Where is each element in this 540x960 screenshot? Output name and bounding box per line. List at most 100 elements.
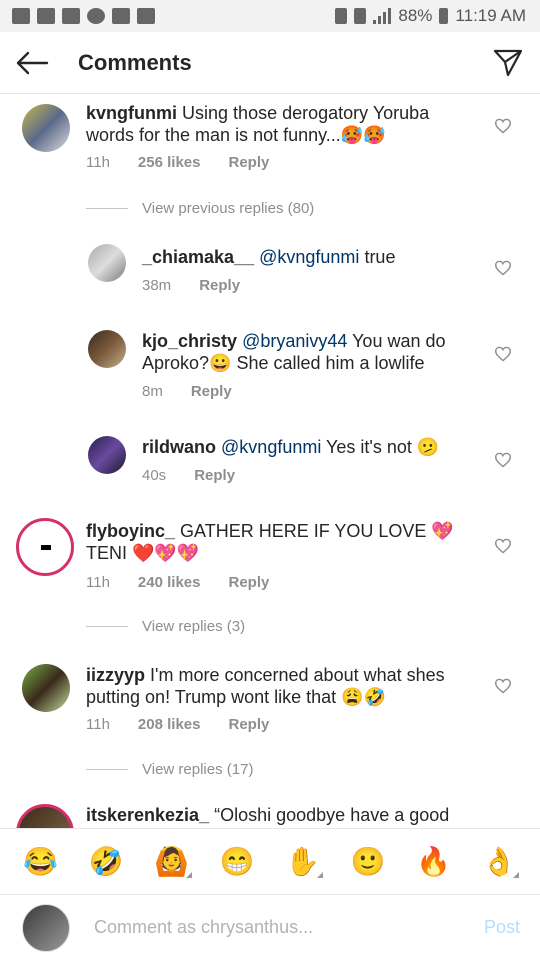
header: Comments	[0, 32, 540, 94]
comment-item: itskerenkezia_ “Oloshi goodbye have a go…	[0, 800, 540, 828]
comment-username[interactable]: flyboyinc_	[86, 521, 175, 541]
reply-button[interactable]: Reply	[228, 716, 269, 733]
comment-time: 40s	[142, 467, 167, 484]
divider	[86, 208, 128, 209]
reply-button[interactable]: Reply	[199, 277, 240, 294]
comment-item: flyboyinc_ GATHER HERE IF YOU LOVE 💖 TEN…	[0, 518, 540, 618]
comment-text: kjo_christy @bryanivy44 You wan do Aprok…	[142, 330, 472, 374]
comment-username[interactable]: rildwano	[142, 437, 216, 457]
view-replies-label: View replies (3)	[142, 618, 246, 635]
reply-button[interactable]: Reply	[194, 467, 235, 484]
heart-icon[interactable]	[494, 452, 512, 468]
comment-body: Yes it's not 🫤	[326, 437, 440, 457]
avatar[interactable]	[22, 104, 70, 152]
battery-icon	[439, 8, 449, 24]
comment-username[interactable]: iizzyyp	[86, 665, 145, 685]
emoji-ok-hand-button[interactable]: 👌	[477, 845, 521, 878]
skin-tone-indicator-icon	[513, 872, 520, 878]
comment-time: 11h	[86, 154, 110, 171]
skin-tone-indicator-icon	[185, 872, 192, 878]
comment-text: rildwano @kvngfunmi Yes it's not 🫤	[142, 436, 472, 458]
comment-input[interactable]	[94, 917, 484, 938]
view-replies-label: View previous replies (80)	[142, 200, 315, 217]
mention-link[interactable]: @kvngfunmi	[259, 247, 359, 267]
signal-icon	[373, 8, 392, 24]
comment-meta: 8m Reply	[142, 383, 232, 400]
divider	[86, 626, 128, 627]
heart-icon[interactable]	[494, 678, 512, 694]
comments-list[interactable]: kvngfunmi Using those derogatory Yoruba …	[0, 94, 540, 828]
mention-link[interactable]: @bryanivy44	[242, 331, 347, 351]
comment-body: true	[364, 247, 396, 267]
avatar	[22, 903, 70, 952]
data-icon	[354, 8, 367, 24]
comment-username[interactable]: kvngfunmi	[86, 103, 177, 123]
emoji-smile-button[interactable]: 🙂	[346, 845, 390, 878]
story-ring-avatar[interactable]	[16, 518, 74, 576]
emoji-fire-button[interactable]: 🔥	[412, 845, 456, 878]
reply-button[interactable]: Reply	[228, 574, 269, 591]
gmail-icon	[112, 8, 130, 24]
comment-text: flyboyinc_ GATHER HERE IF YOU LOVE 💖 TEN…	[86, 520, 486, 564]
alarm-icon	[335, 8, 348, 24]
avatar[interactable]	[88, 436, 126, 474]
heart-icon[interactable]	[494, 538, 512, 554]
avatar[interactable]	[88, 244, 126, 282]
emoji-quick-bar: 😂 🤣 🙆 😁 ✋ 🙂 🔥 👌	[0, 828, 540, 894]
post-button[interactable]: Post	[484, 917, 520, 938]
comment-time: 11h	[86, 574, 110, 591]
reply-item: kjo_christy @bryanivy44 You wan do Aprok…	[0, 330, 540, 420]
reply-button[interactable]: Reply	[191, 383, 232, 400]
comment-text: iizzyyp I'm more concerned about what sh…	[86, 664, 466, 708]
clock: 11:19 AM	[455, 6, 526, 25]
comment-time: 38m	[142, 277, 172, 294]
emoji-tears-of-joy-button[interactable]: 😂	[19, 845, 63, 878]
system-icons: 88% 11:19 AM	[335, 6, 526, 26]
message-icon	[12, 8, 30, 24]
image-icon	[137, 8, 155, 24]
comment-text: kvngfunmi Using those derogatory Yoruba …	[86, 102, 466, 146]
emoji-glyph: 👌	[481, 846, 517, 877]
likes-count[interactable]: 208 likes	[138, 716, 201, 733]
email-icon	[62, 8, 80, 24]
logo-mark	[41, 545, 51, 550]
emoji-rofl-button[interactable]: 🤣	[84, 845, 128, 878]
email-icon	[37, 8, 55, 24]
reply-item: rildwano @kvngfunmi Yes it's not 🫤 40s R…	[0, 436, 540, 516]
view-replies-button[interactable]: View replies (3)	[86, 618, 245, 635]
heart-icon[interactable]	[494, 118, 512, 134]
emoji-hand-button[interactable]: ✋	[281, 845, 325, 878]
view-replies-button[interactable]: View replies (17)	[86, 761, 253, 778]
story-ring-avatar[interactable]	[16, 804, 74, 828]
heart-icon[interactable]	[494, 346, 512, 362]
notification-icons	[12, 8, 155, 24]
comment-meta: 38m Reply	[142, 277, 240, 294]
skin-tone-indicator-icon	[316, 872, 323, 878]
avatar[interactable]	[22, 664, 70, 712]
comment-text: _chiamaka__ @kvngfunmi true	[142, 246, 462, 268]
comment-username[interactable]: _chiamaka__	[142, 247, 254, 267]
share-button[interactable]	[476, 32, 540, 94]
paper-plane-icon	[493, 49, 523, 76]
comment-time: 11h	[86, 716, 110, 733]
comment-username[interactable]: itskerenkezia_	[86, 805, 209, 825]
comment-body: “Oloshi goodbye have a good	[214, 805, 450, 825]
mention-link[interactable]: @kvngfunmi	[221, 437, 321, 457]
comment-time: 8m	[142, 383, 163, 400]
emoji-grin-button[interactable]: 😁	[215, 845, 259, 878]
comment-username[interactable]: kjo_christy	[142, 331, 237, 351]
whatsapp-icon	[87, 8, 105, 24]
emoji-person-button[interactable]: 🙆	[150, 845, 194, 878]
likes-count[interactable]: 256 likes	[138, 154, 201, 171]
avatar[interactable]	[88, 330, 126, 368]
view-replies-button[interactable]: View previous replies (80)	[86, 200, 314, 217]
comment-meta: 11h 240 likes Reply	[86, 574, 269, 591]
back-button[interactable]	[0, 32, 64, 94]
status-bar: 88% 11:19 AM	[0, 0, 540, 32]
likes-count[interactable]: 240 likes	[138, 574, 201, 591]
comment-meta: 40s Reply	[142, 467, 235, 484]
heart-icon[interactable]	[494, 260, 512, 276]
divider	[86, 769, 128, 770]
comment-composer: Post	[0, 894, 540, 960]
reply-button[interactable]: Reply	[228, 154, 269, 171]
